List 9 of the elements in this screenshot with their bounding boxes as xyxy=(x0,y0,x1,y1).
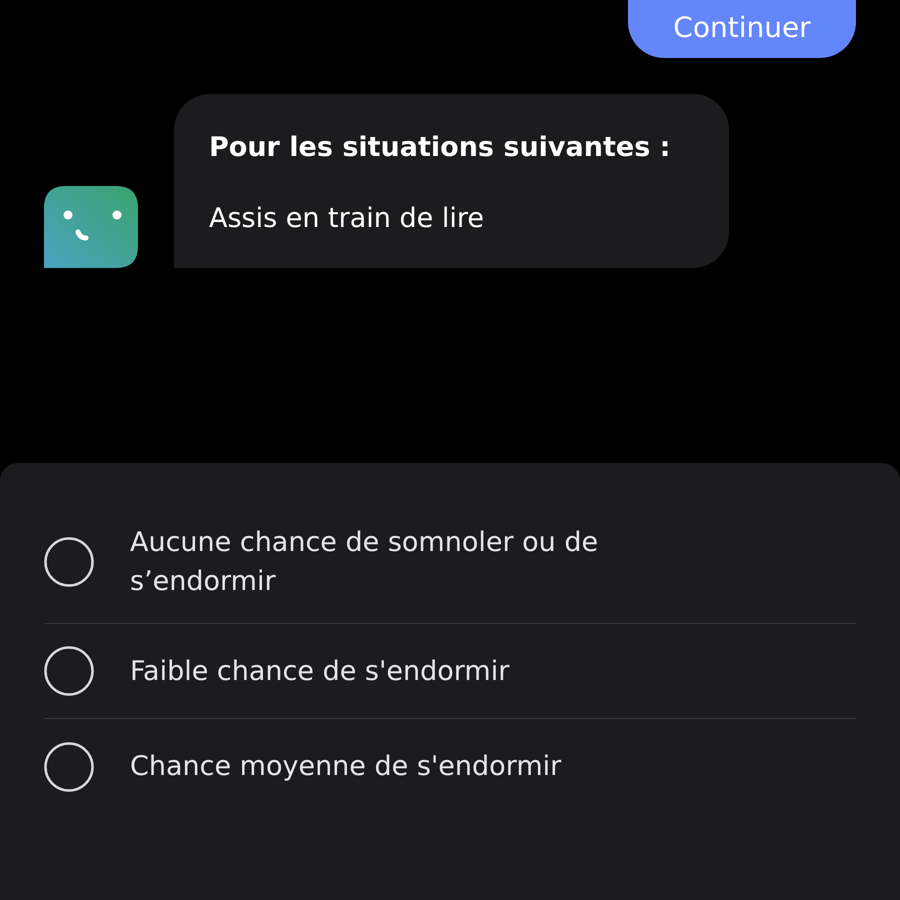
option-label[interactable]: Chance moyenne de s'endormir xyxy=(130,747,562,786)
message-title: Pour les situations suivantes : xyxy=(209,132,672,163)
option-label[interactable]: Faible chance de s'endormir xyxy=(130,652,510,690)
bot-avatar-icon xyxy=(44,186,138,268)
radio-button[interactable] xyxy=(44,646,94,696)
radio-button[interactable] xyxy=(44,537,94,587)
option-label[interactable]: Aucune chance de somnoler ou de s’endormir xyxy=(130,523,610,601)
radio-button[interactable] xyxy=(44,742,94,792)
message-text: Assis en train de lire xyxy=(209,203,485,234)
